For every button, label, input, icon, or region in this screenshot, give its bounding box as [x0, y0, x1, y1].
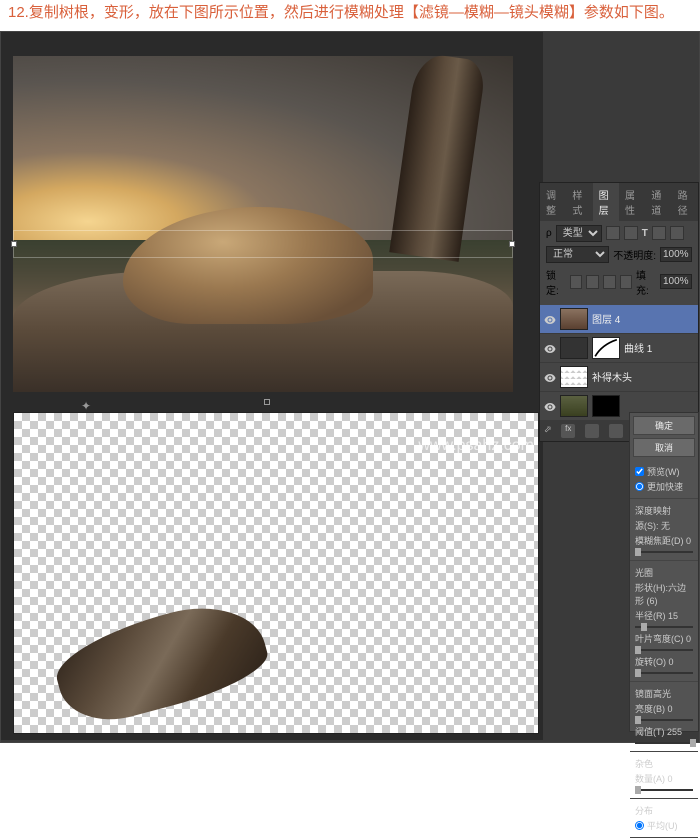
- main-composite-image[interactable]: [13, 56, 513, 392]
- rotation-label: 旋转(O): [635, 657, 666, 667]
- preview-checkbox[interactable]: [635, 467, 644, 476]
- blade-slider[interactable]: [635, 649, 693, 651]
- amount-slider[interactable]: [635, 789, 693, 791]
- transform-handle[interactable]: [11, 241, 17, 247]
- iris-section-label: 光圈: [635, 566, 693, 579]
- threshold-slider[interactable]: [635, 742, 693, 744]
- brightness-value[interactable]: 0: [668, 704, 673, 714]
- visibility-icon[interactable]: [544, 400, 556, 412]
- transparent-canvas[interactable]: [13, 412, 539, 734]
- uniform-radio[interactable]: [635, 821, 644, 830]
- tab-layers[interactable]: 图层: [593, 183, 619, 221]
- threshold-value[interactable]: 255: [667, 727, 682, 737]
- layers-panel: 调整 样式 图层 属性 通道 路径 ρ 类型 T 正常 不透明度:: [539, 182, 699, 442]
- fill-label: 填充:: [636, 267, 656, 297]
- threshold-label: 阈值(T): [635, 727, 665, 737]
- layer-row[interactable]: 曲线 1: [540, 334, 698, 363]
- filter-shape-icon[interactable]: [652, 226, 666, 240]
- faster-radio[interactable]: [635, 482, 644, 491]
- focal-label: 模糊焦距(D): [635, 536, 684, 546]
- fill-input[interactable]: [660, 274, 692, 289]
- lens-blur-panel: 确定 取消 预览(W) 更加快速 深度映射 源(S): 无 模糊焦距(D) 0 …: [629, 412, 699, 732]
- layer-mask-thumbnail: [592, 337, 620, 359]
- lock-label: 锁定:: [546, 267, 566, 297]
- source-value[interactable]: 无: [661, 521, 670, 531]
- mask-icon[interactable]: [585, 424, 599, 438]
- rotation-value[interactable]: 0: [669, 657, 674, 667]
- source-label: 源(S):: [635, 521, 659, 531]
- faster-label: 更加快速: [647, 480, 683, 493]
- layer-list: 图层 4 曲线 1 补得木头: [540, 305, 698, 421]
- layer-row[interactable]: 补得木头: [540, 363, 698, 392]
- radius-label: 半径(R): [635, 611, 666, 621]
- fx-icon[interactable]: fx: [561, 424, 575, 438]
- filter-smart-icon[interactable]: [670, 226, 684, 240]
- amount-label: 数量(A): [635, 774, 665, 784]
- lock-all-icon[interactable]: [620, 275, 633, 289]
- link-layers-icon[interactable]: ⬀: [544, 424, 552, 438]
- blade-value[interactable]: 0: [686, 634, 691, 644]
- tab-channels[interactable]: 通道: [645, 183, 671, 221]
- layer-thumbnail: [560, 337, 588, 359]
- layer-mask-thumbnail: [592, 395, 620, 417]
- filter-text-icon[interactable]: T: [642, 228, 648, 239]
- tab-styles[interactable]: 样式: [566, 183, 592, 221]
- brightness-label: 亮度(B): [635, 704, 665, 714]
- crosshair-icon: ✦: [81, 399, 91, 413]
- visibility-icon[interactable]: [544, 313, 556, 325]
- filter-adjust-icon[interactable]: [624, 226, 638, 240]
- transform-handle[interactable]: [509, 241, 515, 247]
- lock-paint-icon[interactable]: [586, 275, 599, 289]
- lock-transparent-icon[interactable]: [570, 275, 583, 289]
- layer-row[interactable]: 图层 4: [540, 305, 698, 334]
- shape-label: 形状(H):: [635, 583, 668, 593]
- layer-name[interactable]: 补得木头: [592, 369, 694, 384]
- tree-root-shape[interactable]: [48, 592, 274, 733]
- layer-thumbnail: [560, 308, 588, 330]
- transform-selection[interactable]: [13, 230, 513, 258]
- depth-section-label: 深度映射: [635, 504, 693, 517]
- visibility-icon[interactable]: [544, 342, 556, 354]
- ok-button[interactable]: 确定: [633, 416, 695, 435]
- focal-value[interactable]: 0: [686, 536, 691, 546]
- instruction-text: 12.复制树根，变形，放在下图所示位置，然后进行模糊处理【滤镜—模糊—镜头模糊】…: [0, 0, 700, 31]
- blend-mode-select[interactable]: 正常: [546, 246, 609, 263]
- radius-slider[interactable]: [635, 626, 693, 628]
- lock-position-icon[interactable]: [603, 275, 616, 289]
- opacity-input[interactable]: [660, 247, 692, 262]
- brightness-slider[interactable]: [635, 719, 693, 721]
- filter-image-icon[interactable]: [606, 226, 620, 240]
- tab-paths[interactable]: 路径: [672, 183, 698, 221]
- tab-adjustments[interactable]: 调整: [540, 183, 566, 221]
- amount-value[interactable]: 0: [668, 774, 673, 784]
- layer-controls: ρ 类型 T 正常 不透明度: 锁定: 填充:: [540, 221, 698, 305]
- layer-thumbnail: [560, 366, 588, 388]
- cancel-button[interactable]: 取消: [633, 438, 695, 457]
- opacity-label: 不透明度:: [613, 247, 656, 262]
- canvas-area: ✦: [1, 32, 543, 740]
- transform-handle[interactable]: [264, 399, 270, 405]
- tab-properties[interactable]: 属性: [619, 183, 645, 221]
- spec-section-label: 镜面高光: [635, 687, 693, 700]
- layer-name[interactable]: 曲线 1: [624, 340, 694, 355]
- photoshop-window: ✦ www.psahz.com 调整 样式 图层 属性 通道 路径 ρ 类型 T: [0, 31, 700, 743]
- layer-thumbnail: [560, 395, 588, 417]
- layer-name[interactable]: 图层 4: [592, 311, 694, 326]
- filter-type-select[interactable]: 类型: [556, 225, 602, 242]
- dist-section-label: 分布: [635, 804, 693, 817]
- watermark: www.psahz.com: [418, 437, 534, 455]
- visibility-icon[interactable]: [544, 371, 556, 383]
- radius-value[interactable]: 15: [668, 611, 678, 621]
- panel-tabs: 调整 样式 图层 属性 通道 路径: [540, 183, 698, 221]
- uniform-label: 平均(U): [647, 819, 678, 832]
- adjustment-icon[interactable]: [609, 424, 623, 438]
- blade-label: 叶片弯度(C): [635, 634, 684, 644]
- preview-label: 预览(W): [647, 465, 680, 478]
- focal-slider[interactable]: [635, 551, 693, 553]
- rotation-slider[interactable]: [635, 672, 693, 674]
- filter-type-label: ρ: [546, 228, 552, 239]
- noise-section-label: 杂色: [635, 757, 693, 770]
